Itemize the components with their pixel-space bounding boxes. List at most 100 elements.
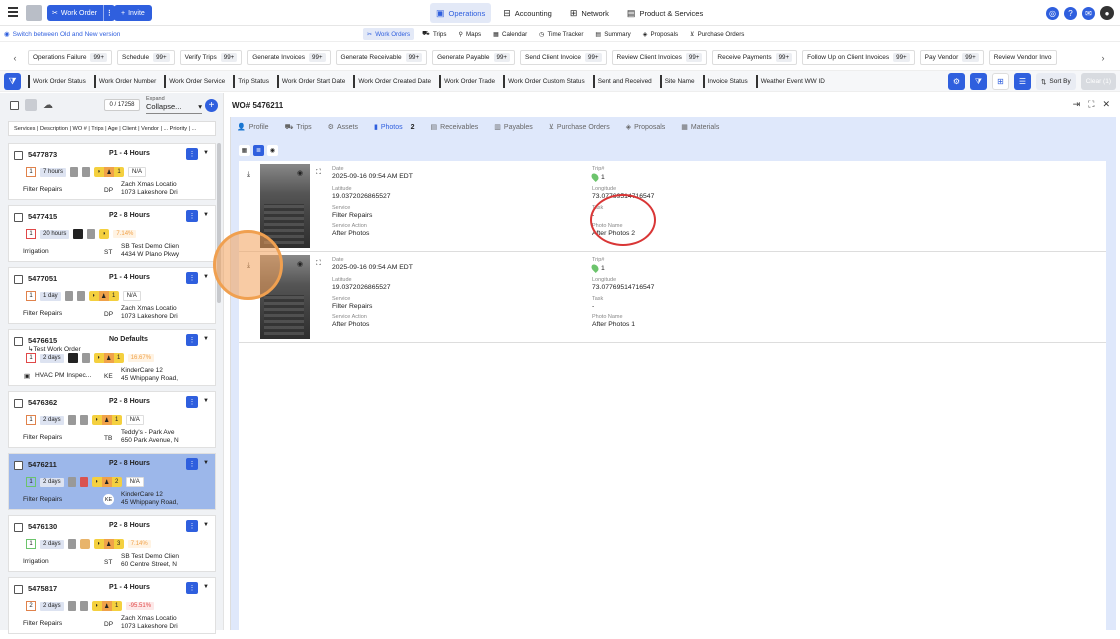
work-order-card[interactable]: 5475817 P1 - 4 Hours ⋮ ▼ 2 2 days ◗ ♟ 1 -9… bbox=[8, 577, 216, 634]
chevron-down-icon[interactable]: ▼ bbox=[203, 150, 209, 156]
module-network[interactable]: ⊞ Network bbox=[564, 3, 615, 23]
fullscreen-icon[interactable]: ⛶ bbox=[316, 169, 321, 177]
column-filter-chip[interactable]: Work Order Created Date bbox=[353, 75, 434, 88]
version-switch-link[interactable]: ◉ Switch between Old and New version bbox=[4, 30, 120, 39]
fullscreen-icon[interactable]: ⛶ bbox=[316, 260, 321, 268]
workflow-chip[interactable]: Generate Payable 99+ bbox=[432, 50, 515, 65]
work-order-card[interactable]: 5476615 ↳Test Work Order No Defaults ⋮ ▼… bbox=[8, 329, 216, 386]
workflow-chip[interactable]: Schedule 99+ bbox=[116, 50, 175, 65]
more-options-icon[interactable]: ⋮ bbox=[186, 210, 198, 222]
chevron-left-icon[interactable]: ‹ bbox=[8, 53, 22, 63]
chevron-down-icon[interactable]: ▼ bbox=[203, 336, 209, 342]
row-checkbox[interactable] bbox=[14, 461, 23, 470]
help-icon[interactable]: ? bbox=[1064, 6, 1077, 20]
column-filter-chip[interactable]: Work Order Status bbox=[28, 75, 89, 88]
tab-materials[interactable]: ▦ Materials bbox=[681, 119, 719, 135]
fullscreen-icon[interactable]: ⛶ bbox=[1088, 99, 1094, 110]
module-operations[interactable]: ▣ Operations bbox=[430, 3, 492, 23]
column-filter-chip[interactable]: Trip Status bbox=[233, 75, 272, 88]
eye-icon[interactable]: ◉ bbox=[267, 145, 278, 156]
row-checkbox[interactable] bbox=[14, 585, 23, 594]
workflow-chip[interactable]: Generate Invoices 99+ bbox=[247, 50, 331, 65]
column-filter-chip[interactable]: Work Order Start Date bbox=[276, 75, 348, 88]
cloud-icon[interactable]: ☁ bbox=[43, 100, 53, 111]
tab-photos[interactable]: ▮ Photos 2 bbox=[374, 119, 415, 135]
more-options-icon[interactable]: ⋮ bbox=[186, 520, 198, 532]
tab-receivables[interactable]: ▤ Receivables bbox=[431, 119, 479, 135]
tab-profile[interactable]: 👤 Profile bbox=[237, 119, 269, 135]
column-settings-icon[interactable]: ⚙ bbox=[947, 73, 965, 90]
eye-icon[interactable]: ◉ bbox=[297, 169, 303, 177]
chevron-down-icon[interactable]: ▼ bbox=[203, 522, 209, 528]
work-order-card[interactable]: 5476362 P2 - 8 Hours ⋮ ▼ 1 2 days ◗ ♟ 1 N/… bbox=[8, 391, 216, 448]
invite-button[interactable]: + Invite bbox=[114, 5, 152, 21]
grid-view-icon[interactable]: ⊞ bbox=[991, 73, 1009, 90]
workflow-chip[interactable]: Pay Vendor 99+ bbox=[919, 50, 984, 65]
tab-payables[interactable]: ▥ Payables bbox=[494, 119, 532, 135]
column-filter-chip[interactable]: Work Order Service bbox=[164, 75, 228, 88]
more-options-icon[interactable]: ⋮ bbox=[186, 396, 198, 408]
workflow-chip[interactable]: Generate Receivable 99+ bbox=[335, 50, 428, 65]
row-checkbox[interactable] bbox=[14, 523, 23, 532]
work-order-card[interactable]: 5477873 P1 - 4 Hours ⋮ ▼ 1 7 hours ◗ ♟ 1 N… bbox=[8, 143, 216, 200]
bulk-action-button[interactable] bbox=[25, 99, 37, 111]
row-checkbox[interactable] bbox=[14, 275, 23, 284]
grid-view-icon[interactable]: ▦ bbox=[239, 145, 250, 156]
work-order-card[interactable]: 5476130 P2 - 8 Hours ⋮ ▼ 1 2 days ◗ ♟ 3 7.… bbox=[8, 515, 216, 572]
column-filter-chip[interactable]: Work Order Custom Status bbox=[503, 75, 588, 88]
row-checkbox[interactable] bbox=[14, 337, 23, 346]
chevron-down-icon[interactable]: ▼ bbox=[203, 398, 209, 404]
more-options-icon[interactable]: ⋮ bbox=[186, 272, 198, 284]
tab-proposals[interactable]: ◈ Proposals bbox=[626, 119, 666, 135]
module-product-services[interactable]: ▤ Product & Services bbox=[621, 3, 709, 23]
work-order-button[interactable]: ✂ Work Order ⋮ bbox=[47, 5, 115, 21]
close-icon[interactable]: ✕ bbox=[1102, 99, 1110, 110]
row-checkbox[interactable] bbox=[14, 213, 23, 222]
work-order-card[interactable]: 5476211 P2 - 8 Hours ⋮ ▼ 1 2 days ◗ ♟ 2 N/… bbox=[8, 453, 216, 510]
more-options-icon[interactable]: ⋮ bbox=[186, 334, 198, 346]
subnav-summary[interactable]: ▤ Summary bbox=[591, 28, 634, 40]
subnav-purchase-orders[interactable]: ⊻ Purchase Orders bbox=[686, 28, 748, 40]
workflow-chip[interactable]: Follow Up on Client Invoices 99+ bbox=[802, 50, 915, 65]
work-order-card[interactable]: 5477415 P2 - 8 Hours ⋮ ▼ 1 20 hours ◗ 7.… bbox=[8, 205, 216, 262]
select-all-checkbox[interactable] bbox=[10, 100, 19, 110]
menu-icon[interactable] bbox=[8, 7, 18, 17]
list-view-icon[interactable]: ☰ bbox=[1013, 73, 1031, 90]
tab-assets[interactable]: ⚙ Assets bbox=[328, 119, 358, 135]
module-accounting[interactable]: ⊟ Accounting bbox=[497, 3, 558, 23]
chevron-down-icon[interactable]: ▼ bbox=[203, 212, 209, 218]
filter-settings-icon[interactable]: ⧩ bbox=[969, 73, 987, 90]
expand-select[interactable]: Expand Collapse... ▾ bbox=[146, 96, 202, 114]
subnav-calendar[interactable]: ▦ Calendar bbox=[489, 28, 531, 40]
workflow-chip[interactable]: Send Client Invoice 99+ bbox=[520, 50, 607, 65]
more-options-icon[interactable]: ⋮ bbox=[186, 582, 198, 594]
more-options-icon[interactable]: ⋮ bbox=[186, 148, 198, 160]
subnav-trips[interactable]: ⛟ Trips bbox=[418, 28, 450, 40]
subnav-proposals[interactable]: ◈ Proposals bbox=[639, 28, 682, 40]
add-work-order-button[interactable]: + bbox=[205, 99, 218, 112]
column-filter-chip[interactable]: Work Order Number bbox=[93, 75, 159, 88]
workflow-chip[interactable]: Review Vendor Invo bbox=[988, 50, 1057, 65]
sort-by-button[interactable]: ⇅ Sort By bbox=[1035, 73, 1076, 90]
workflow-chip[interactable]: Operations Failure 99+ bbox=[28, 50, 112, 65]
list-view-icon[interactable]: ≣ bbox=[253, 145, 264, 156]
target-icon[interactable]: ◎ bbox=[1046, 6, 1059, 20]
chevron-down-icon[interactable]: ▼ bbox=[203, 460, 209, 466]
work-order-card[interactable]: 5477051 P1 - 4 Hours ⋮ ▼ 1 1 day ◗ ♟ 1 N/A… bbox=[8, 267, 216, 324]
more-options-icon[interactable]: ⋮ bbox=[186, 458, 198, 470]
workflow-chip[interactable]: Receive Payments 99+ bbox=[712, 50, 798, 65]
chat-icon[interactable]: ✉ bbox=[1082, 6, 1095, 20]
subnav-maps[interactable]: ⚲ Maps bbox=[454, 28, 485, 40]
chevron-down-icon[interactable]: ▼ bbox=[203, 584, 209, 590]
chevron-right-icon[interactable]: › bbox=[1096, 53, 1110, 63]
subnav-work-orders[interactable]: ✂ Work Orders bbox=[363, 28, 415, 40]
collapse-panel-icon[interactable]: ⇥ bbox=[1073, 99, 1081, 110]
subnav-time-tracker[interactable]: ◷ Time Tracker bbox=[535, 28, 587, 40]
user-avatar-icon[interactable]: ● bbox=[1100, 6, 1114, 20]
column-filter-chip[interactable]: Work Order Trade bbox=[439, 75, 498, 88]
column-filter-chip[interactable]: Invoice Status bbox=[702, 75, 751, 88]
filter-icon[interactable]: ⧩ bbox=[4, 73, 21, 90]
column-filter-chip[interactable]: Sent and Received bbox=[592, 75, 655, 88]
column-filter-chip[interactable]: Site Name bbox=[659, 75, 698, 88]
tab-trips[interactable]: ⛟ Trips bbox=[285, 119, 312, 135]
